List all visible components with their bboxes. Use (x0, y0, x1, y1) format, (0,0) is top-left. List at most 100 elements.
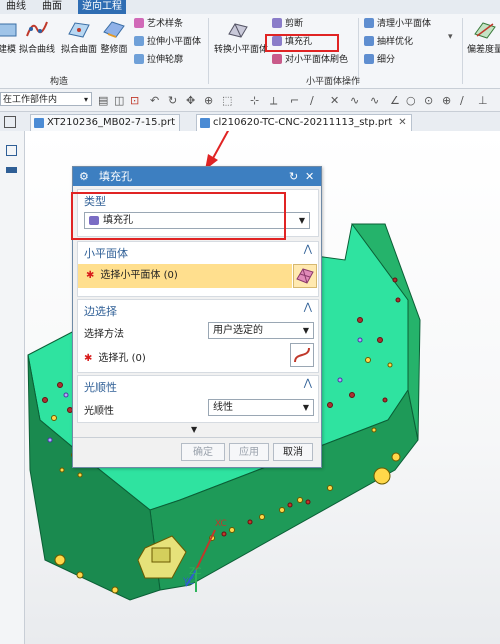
paint-facet-label: 对小平面体刷色 (285, 55, 349, 65)
modeling-button[interactable]: 建模 (0, 18, 18, 55)
doc-tab-1-label: XT210236_MB02-7-15.prt (47, 117, 176, 128)
collapse-icon[interactable]: ⋀ (304, 378, 312, 389)
extrude-profile-button[interactable]: 拉伸轮廓 (134, 54, 183, 67)
doc-tab-2-label: cl210620-TC-CNC-20211113_stp.prt (213, 117, 393, 128)
collapse-icon[interactable]: ⋀ (304, 302, 312, 313)
scope-filter-dropdown[interactable]: 在工作部件内 ▾ (0, 92, 92, 106)
ribbon-separator (462, 18, 463, 84)
line-icon[interactable]: ∕ (460, 94, 464, 107)
subdivide-icon (364, 54, 374, 64)
chevron-down-icon: ▼ (298, 216, 305, 225)
tangent-icon[interactable]: ∿ (350, 94, 359, 107)
apply-button[interactable]: 应用 (229, 443, 269, 461)
select-facet-row[interactable]: ✱ 选择小平面体 (0) (78, 264, 292, 288)
method-value: 用户选定的 (213, 325, 263, 336)
intersection-icon[interactable]: ✕ (330, 94, 339, 107)
tab-surface[interactable]: 曲面 (38, 0, 66, 14)
filter-icon[interactable]: ▤ (98, 94, 108, 107)
extrude-facet-button[interactable]: 拉伸小平面体 (134, 36, 201, 49)
subdivide-button[interactable]: 细分 (364, 54, 395, 67)
doc-tab-1[interactable]: XT210236_MB02-7-15.prt (30, 114, 181, 131)
cancel-button[interactable]: 取消 (273, 443, 313, 461)
deviation-label: 偏差度量 (466, 45, 500, 55)
convert-facet-label: 转换小平面体 (214, 45, 269, 55)
required-asterisk: ✱ (84, 353, 93, 364)
box-select-icon[interactable]: ⬚ (222, 94, 232, 107)
zoom-icon[interactable]: ⊕ (204, 94, 213, 107)
close-icon[interactable]: ✕ (398, 117, 406, 128)
arc-center-icon[interactable]: ∠ (390, 94, 400, 107)
fit-curve-button[interactable]: 拟合曲线 (18, 18, 56, 55)
ok-button[interactable]: 确定 (181, 443, 225, 461)
deviation-gauge-button[interactable]: 偏差度量 (466, 18, 500, 55)
extrude-facet-icon (134, 36, 144, 46)
refine-face-button[interactable]: 整修面 (100, 18, 128, 55)
close-icon[interactable]: ✕ (305, 167, 314, 186)
ribbon-separator (208, 18, 209, 84)
chevron-down-icon: ▾ (83, 95, 88, 104)
required-asterisk: ✱ (86, 270, 95, 281)
panel-toggle-icon[interactable] (6, 167, 17, 173)
art-spline-button[interactable]: 艺术样条 (134, 18, 183, 31)
chevron-down-icon: ▼ (302, 326, 309, 335)
paint-facet-button[interactable]: 对小平面体刷色 (272, 54, 348, 67)
axis-z-label: ZC (189, 567, 202, 577)
fit-surface-button[interactable]: 拟合曲面 (60, 18, 98, 55)
subdivide-label: 细分 (377, 55, 396, 65)
extrude-profile-icon (134, 54, 144, 64)
midpoint-icon[interactable]: ⟂ (270, 94, 277, 108)
part-file-icon (34, 118, 44, 128)
dialog-title-bar: ⚙ 填充孔 ↻ ✕ (73, 167, 321, 186)
clean-facet-button[interactable]: 清理小平面体 (364, 18, 431, 31)
expand-more-icon[interactable]: ▼ (191, 425, 197, 434)
method-dropdown[interactable]: 用户选定的 ▼ (208, 322, 314, 339)
ribbon: 建模 拟合曲线 拟合曲面 整修面 艺术样条 拉伸小平面体 拉伸轮廓 构造 转换小… (0, 14, 500, 89)
edge-section-header[interactable]: 边选择 (84, 303, 117, 319)
collapse-icon[interactable]: ⋀ (304, 244, 312, 255)
convert-facet-button[interactable]: 转换小平面体 (214, 18, 268, 55)
circle-center-icon[interactable]: ○ (406, 94, 416, 107)
more-chevron-icon[interactable]: ▾ (448, 32, 453, 42)
snap-icon[interactable]: ⊡ (130, 94, 139, 107)
paint-brush-icon (272, 54, 282, 64)
edge-section: 边选择 ⋀ 选择方法 用户选定的 ▼ ✱ 选择孔 (0) (77, 299, 319, 373)
trim-facet-button[interactable]: 剪断 (272, 18, 303, 31)
smooth-section-header[interactable]: 光顺性 (84, 379, 117, 395)
sample-icon (364, 36, 374, 46)
select-facet-button[interactable] (293, 264, 317, 288)
pan-icon[interactable]: ✥ (186, 94, 195, 107)
facet-section: 小平面体 ⋀ ✱ 选择小平面体 (0) (77, 241, 319, 297)
refine-face-label: 整修面 (100, 45, 128, 55)
layout-icon[interactable] (4, 116, 16, 128)
trim-icon (272, 18, 282, 28)
vertical-icon[interactable]: ⊥ (478, 94, 488, 107)
method-label: 选择方法 (84, 329, 124, 340)
snap-point-icon[interactable]: ⊹ (250, 94, 259, 107)
smooth-label: 光顺性 (84, 406, 114, 417)
facet-section-header[interactable]: 小平面体 (84, 245, 128, 261)
gear-icon[interactable]: ⚙ (79, 167, 89, 186)
divider (73, 437, 321, 438)
tab-reverse-engineering[interactable]: 逆向工程 (78, 0, 126, 14)
point-on-curve-icon[interactable]: ⊙ (424, 94, 433, 107)
deviation-icon (474, 22, 496, 39)
doc-tab-2[interactable]: cl210620-TC-CNC-20211113_stp.prt ✕ (196, 114, 412, 131)
existing-point-icon[interactable]: ⊕ (442, 94, 451, 107)
resource-bar (0, 131, 25, 644)
art-spline-icon (134, 18, 144, 28)
select-hole-row[interactable]: ✱ 选择孔 (0) (84, 349, 146, 364)
control-point-icon[interactable]: ∕ (310, 94, 314, 107)
facet-body-icon (296, 268, 314, 284)
rotate-icon[interactable]: ↻ (168, 94, 177, 107)
navigator-icon[interactable] (6, 145, 17, 156)
endpoint-icon[interactable]: ⌐ (290, 94, 299, 107)
sample-optimize-button[interactable]: 抽样优化 (364, 36, 413, 49)
select-hole-button[interactable] (290, 343, 314, 367)
reset-icon[interactable]: ↻ (289, 167, 298, 186)
tab-curve[interactable]: 曲线 (2, 0, 30, 14)
quadrant-icon[interactable]: ∿ (370, 94, 379, 107)
select-icon[interactable]: ◫ (114, 94, 124, 107)
undo-icon[interactable]: ↶ (150, 94, 159, 107)
scope-filter-value: 在工作部件内 (3, 95, 58, 105)
smooth-dropdown[interactable]: 线性 ▼ (208, 399, 314, 416)
